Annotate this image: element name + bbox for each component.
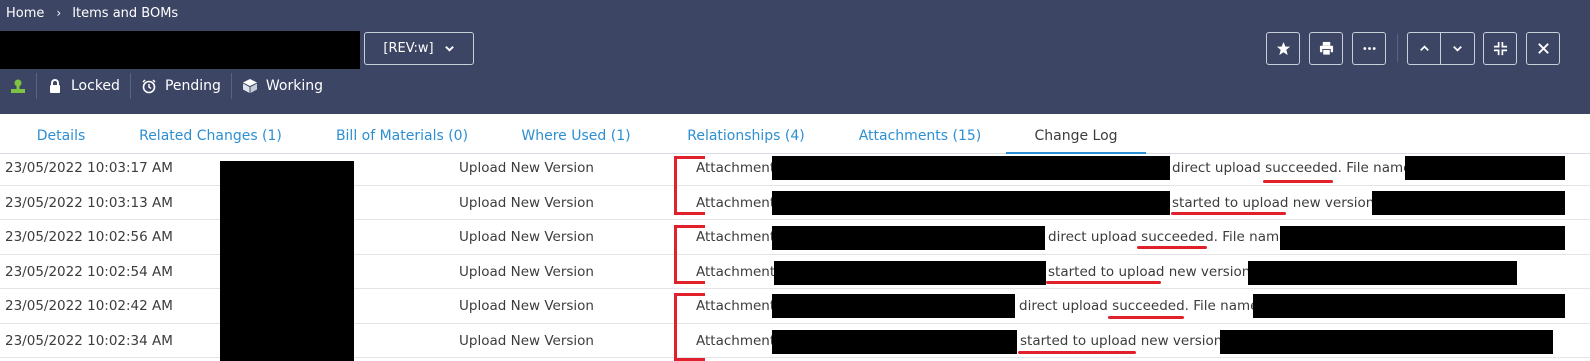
log-status-keyword: succeeded bbox=[1265, 160, 1338, 176]
tab-details[interactable]: Details bbox=[26, 114, 96, 154]
user-column-redacted bbox=[220, 161, 354, 361]
log-prefix: Attachment bbox=[696, 229, 776, 245]
attachment-name-redacted bbox=[772, 156, 1170, 180]
log-prefix: Attachment bbox=[696, 263, 776, 280]
version-name-redacted bbox=[1372, 190, 1565, 215]
more-actions-button[interactable] bbox=[1352, 32, 1386, 65]
log-date: 23/05/2022 10:02:54 AM bbox=[5, 263, 173, 280]
revision-dropdown[interactable]: [REV:w] bbox=[364, 32, 474, 65]
breadcrumb: Home › Items and BOMs bbox=[6, 4, 178, 22]
more-icon bbox=[1362, 47, 1376, 50]
annotation-underline bbox=[1137, 246, 1207, 249]
chevron-up-icon bbox=[1419, 45, 1429, 51]
tab-related-changes[interactable]: Related Changes (1) bbox=[138, 114, 283, 154]
log-prefix: Attachment bbox=[696, 160, 776, 176]
collapse-button[interactable] bbox=[1483, 32, 1517, 65]
log-date: 23/05/2022 10:02:42 AM bbox=[5, 298, 173, 314]
status-locked[interactable]: Locked bbox=[37, 73, 131, 99]
tab-bill-of-materials[interactable]: Bill of Materials (0) bbox=[331, 114, 473, 154]
tab-bar: Details Related Changes (1) Bill of Mate… bbox=[0, 114, 1590, 154]
close-button[interactable] bbox=[1526, 32, 1560, 65]
bookmark-button[interactable] bbox=[1266, 32, 1300, 65]
tab-relationships[interactable]: Relationships (4) bbox=[682, 114, 810, 154]
previous-item-button[interactable] bbox=[1407, 32, 1441, 65]
cube-icon bbox=[242, 79, 257, 93]
chevron-down-icon bbox=[444, 46, 454, 52]
attachment-name-redacted bbox=[772, 226, 1045, 250]
log-status-keyword: succeeded bbox=[1141, 229, 1214, 245]
log-action: Upload New Version bbox=[459, 298, 594, 314]
toolbar-navigation bbox=[1407, 32, 1475, 65]
log-date: 23/05/2022 10:03:17 AM bbox=[5, 160, 173, 176]
log-action: Upload New Version bbox=[459, 263, 594, 280]
log-status-keyword: started to upload bbox=[1048, 263, 1165, 280]
annotation-bracket bbox=[674, 293, 705, 361]
annotation-underline bbox=[1108, 316, 1184, 319]
toolbar-actions bbox=[1266, 32, 1386, 65]
annotation-underline bbox=[1046, 281, 1161, 284]
chevron-down-icon bbox=[1453, 46, 1462, 52]
close-icon bbox=[1537, 43, 1549, 54]
revision-label: [REV:w] bbox=[383, 41, 434, 56]
tab-attachments[interactable]: Attachments (15) bbox=[856, 114, 984, 154]
status-bar: Locked Pending Working bbox=[0, 73, 333, 99]
attachment-name-redacted bbox=[772, 329, 1017, 354]
file-name-redacted bbox=[1405, 156, 1565, 180]
breadcrumb-separator-icon: › bbox=[56, 6, 62, 20]
page-header: Home › Items and BOMs [REV:w] Locked Pen… bbox=[0, 0, 1590, 114]
log-prefix: Attachment bbox=[696, 332, 776, 349]
collapse-icon bbox=[1493, 41, 1507, 56]
file-name-redacted bbox=[1280, 226, 1565, 250]
attachment-name-redacted bbox=[772, 190, 1170, 215]
next-item-button[interactable] bbox=[1441, 32, 1475, 65]
print-icon bbox=[1319, 41, 1333, 56]
status-locked-label: Locked bbox=[71, 78, 120, 94]
annotation-bracket bbox=[674, 225, 705, 284]
version-name-redacted bbox=[1220, 329, 1553, 354]
status-working[interactable]: Working bbox=[232, 73, 333, 99]
log-status-keyword: succeeded bbox=[1112, 298, 1185, 314]
log-prefix: Attachment bbox=[696, 194, 776, 211]
log-date: 23/05/2022 10:02:34 AM bbox=[5, 332, 173, 349]
log-prefix: Attachment bbox=[696, 298, 776, 314]
log-status-keyword: started to upload bbox=[1172, 194, 1289, 211]
print-button[interactable] bbox=[1309, 32, 1343, 65]
breadcrumb-current[interactable]: Items and BOMs bbox=[72, 6, 178, 21]
attachment-name-redacted bbox=[774, 260, 1046, 285]
tab-where-used[interactable]: Where Used (1) bbox=[520, 114, 632, 154]
version-name-redacted bbox=[1248, 260, 1517, 285]
user-icon bbox=[11, 79, 25, 93]
log-action: Upload New Version bbox=[459, 194, 594, 211]
annotation-underline bbox=[1263, 180, 1333, 183]
star-icon bbox=[1276, 41, 1290, 56]
annotation-underline bbox=[1018, 351, 1136, 354]
lock-icon bbox=[50, 79, 60, 93]
status-pending-label: Pending bbox=[164, 78, 221, 94]
status-working-label: Working bbox=[265, 78, 324, 94]
log-date: 23/05/2022 10:03:13 AM bbox=[5, 194, 173, 211]
toolbar-window bbox=[1483, 32, 1560, 65]
annotation-bracket bbox=[674, 156, 705, 215]
alarm-clock-icon bbox=[142, 79, 156, 94]
log-action: Upload New Version bbox=[459, 332, 594, 349]
status-owner[interactable] bbox=[0, 73, 37, 99]
log-status-keyword: started to upload bbox=[1020, 332, 1137, 349]
attachment-name-redacted bbox=[772, 294, 1015, 318]
tab-change-log[interactable]: Change Log bbox=[1006, 114, 1146, 154]
breadcrumb-home[interactable]: Home bbox=[6, 6, 44, 21]
status-pending[interactable]: Pending bbox=[131, 73, 232, 99]
log-action: Upload New Version bbox=[459, 160, 594, 176]
item-title-redacted bbox=[0, 31, 360, 69]
toolbar-divider bbox=[1397, 34, 1398, 62]
log-action: Upload New Version bbox=[459, 229, 594, 245]
log-date: 23/05/2022 10:02:56 AM bbox=[5, 229, 173, 245]
file-name-redacted bbox=[1253, 294, 1565, 318]
annotation-underline bbox=[1171, 212, 1286, 215]
